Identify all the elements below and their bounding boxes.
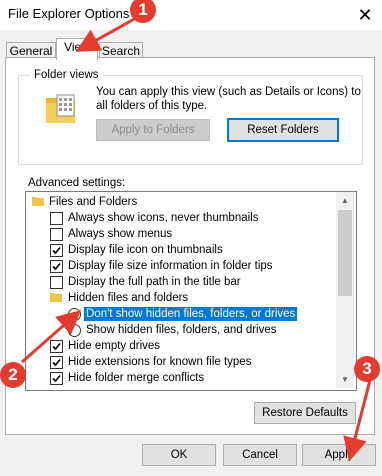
folder-views-description: You can apply this view (such as Details… [96,85,361,113]
window-title: File Explorer Options [8,6,130,21]
tree-folder-files-and-folders: Files and Folders [26,194,338,210]
scroll-thumb[interactable] [338,210,352,296]
ok-button[interactable]: OK [142,444,216,466]
folder-views-description-line2: all folders of this type. [96,100,208,112]
option-show-hidden[interactable]: Show hidden files, folders, and drives [26,322,338,338]
option-display-full-path[interactable]: Display the full path in the title bar [26,274,338,290]
close-button[interactable]: ✕ [352,3,378,27]
option-label: Hide folder merge conflicts [68,372,205,384]
option-hide-extensions[interactable]: Hide extensions for known file types [26,354,338,370]
radio[interactable] [68,324,81,337]
checkbox-checked[interactable] [50,340,63,353]
file-explorer-options-dialog: File Explorer Options ✕ General View Sea… [0,0,382,476]
option-label: Always show icons, never thumbnails [68,212,259,224]
folder-view-icon [45,94,79,124]
radio-selected[interactable] [68,308,81,321]
folder-icon [50,293,62,302]
scroll-down-icon[interactable]: ▼ [336,371,354,388]
checkmark-icon [52,358,61,367]
option-always-show-icons[interactable]: Always show icons, never thumbnails [26,210,338,226]
tab-strip: General View Search [0,30,382,60]
annotation-badge-2: 2 [0,362,26,388]
checkbox-checked[interactable] [50,372,63,385]
option-label: Display file size information in folder … [68,260,273,272]
tree-folder-hidden-files: Hidden files and folders [26,290,338,306]
option-display-file-size[interactable]: Display file size information in folder … [26,258,338,274]
title-bar: File Explorer Options ✕ [0,0,382,30]
annotation-badge-3: 3 [354,356,380,382]
tree-folder-label: Files and Folders [49,196,138,208]
checkmark-icon [52,374,61,383]
checkbox-checked[interactable] [50,260,63,273]
option-label: Hide empty drives [68,340,161,352]
option-label: Hide extensions for known file types [68,356,252,368]
advanced-settings-tree[interactable]: Files and Folders Always show icons, nev… [25,191,357,391]
option-hide-empty-drives[interactable]: Hide empty drives [26,338,338,354]
apply-to-folders-button[interactable]: Apply to Folders [96,119,210,141]
apply-button[interactable]: Apply [302,444,376,466]
checkbox-checked[interactable] [50,356,63,369]
checkbox-checked[interactable] [50,244,63,257]
checkbox[interactable] [50,228,63,241]
checkbox[interactable] [50,276,63,289]
option-hide-merge-conflicts[interactable]: Hide folder merge conflicts [26,370,338,386]
option-always-show-menus[interactable]: Always show menus [26,226,338,242]
checkmark-icon [52,262,61,271]
option-label-selected: Don't show hidden files, folders, or dri… [82,306,299,322]
option-label: Display file icon on thumbnails [68,244,223,256]
scroll-up-icon[interactable]: ▲ [336,192,354,209]
cancel-button[interactable]: Cancel [223,444,297,466]
tree-folder-label: Hidden files and folders [68,292,189,304]
option-dont-show-hidden[interactable]: Don't show hidden files, folders, or dri… [26,306,338,322]
folder-views-description-line1: You can apply this view (such as Details… [96,86,361,98]
checkbox[interactable] [50,212,63,225]
restore-defaults-button[interactable]: Restore Defaults [254,402,356,424]
option-label: Display the full path in the title bar [68,276,241,288]
folder-icon [32,197,44,206]
checkmark-icon [52,342,61,351]
option-display-file-icon[interactable]: Display file icon on thumbnails [26,242,338,258]
option-label: Show hidden files, folders, and drives [86,324,277,336]
tab-view[interactable]: View [56,38,98,60]
reset-folders-button[interactable]: Reset Folders [227,118,339,142]
option-label: Always show menus [68,228,173,240]
tree-scrollbar[interactable]: ▲ ▼ [336,192,354,388]
folder-views-title: Folder views [30,69,103,81]
checkmark-icon [52,246,61,255]
advanced-settings-label: Advanced settings: [28,177,126,189]
